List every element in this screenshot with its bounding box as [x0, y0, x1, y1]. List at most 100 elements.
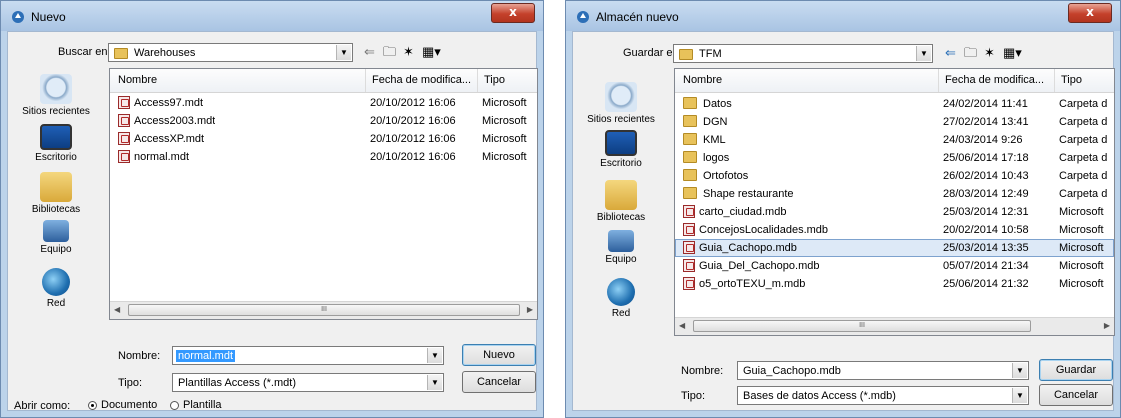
file-name-input[interactable]: Guia_Cachopo.mdb [743, 365, 841, 377]
place-computer[interactable]: Equipo [8, 220, 104, 255]
back-icon[interactable]: ⇐ [364, 44, 375, 60]
folder-icon [683, 133, 697, 146]
option-template[interactable]: Plantilla [170, 399, 222, 411]
database-file-icon [683, 276, 695, 290]
file-name-combo[interactable]: normal.mdt ▼ [172, 346, 444, 365]
list-item[interactable]: normal.mdt 20/10/2012 16:06 Microsoft [110, 148, 537, 166]
file-type-label: Tipo: [681, 390, 706, 402]
file-type-combo[interactable]: Bases de datos Access (*.mdb) ▼ [737, 386, 1029, 405]
list-item[interactable]: Ortofotos 26/02/2014 10:43 Carpeta d [675, 167, 1114, 185]
cancel-button[interactable]: Cancelar [1039, 384, 1113, 406]
network-icon [607, 278, 635, 306]
look-in-label: Buscar en: [58, 46, 111, 58]
close-button[interactable]: x [491, 3, 535, 23]
close-icon: x [509, 5, 517, 19]
computer-icon [43, 220, 69, 242]
scroll-right-icon[interactable]: ▶ [1104, 321, 1110, 330]
place-network[interactable]: Red [573, 278, 669, 319]
computer-icon [608, 230, 634, 252]
up-folder-icon[interactable]: 🗀 [964, 45, 977, 61]
desktop-icon [40, 124, 72, 150]
file-name-input[interactable]: normal.mdt [176, 350, 236, 362]
list-item[interactable]: logos 25/06/2014 17:18 Carpeta d [675, 149, 1114, 167]
column-type[interactable]: Tipo [478, 69, 539, 92]
back-icon[interactable]: ⇐ [945, 45, 956, 61]
horizontal-scrollbar[interactable]: ◀ III ▶ [675, 317, 1114, 335]
close-button[interactable]: x [1068, 3, 1112, 23]
list-item[interactable]: o5_ortoTEXU_m.mdb 25/06/2014 21:32 Micro… [675, 275, 1114, 293]
save-button[interactable]: Guardar [1039, 359, 1113, 381]
column-name[interactable]: Nombre [675, 69, 939, 92]
file-list[interactable]: Nombre Fecha de modifica... Tipo Datos 2… [674, 68, 1115, 336]
cancel-button[interactable]: Cancelar [462, 371, 536, 393]
up-folder-icon[interactable]: 🗀 [383, 44, 396, 60]
save-in-combo[interactable]: TFM ▼ [673, 44, 933, 63]
place-computer[interactable]: Equipo [573, 230, 669, 265]
window-title: Nuevo [31, 10, 66, 24]
radio-document[interactable] [88, 400, 97, 410]
scroll-left-icon[interactable]: ◀ [114, 305, 120, 314]
scroll-thumb[interactable]: III [693, 320, 1031, 332]
view-menu-icon[interactable]: ▦▾ [1003, 45, 1022, 61]
file-type-label: Tipo: [118, 377, 143, 389]
column-header: Nombre Fecha de modifica... Tipo [110, 69, 537, 93]
places-bar: Sitios recientes Escritorio Bibliotecas … [8, 68, 104, 410]
column-type[interactable]: Tipo [1055, 69, 1116, 92]
file-name-label: Nombre: [681, 365, 724, 377]
chevron-down-icon[interactable]: ▼ [336, 45, 351, 60]
list-item[interactable]: AccessXP.mdt 20/10/2012 16:06 Microsoft [110, 130, 537, 148]
new-folder-icon[interactable]: ✶ [984, 45, 995, 61]
list-item[interactable]: Guia_Del_Cachopo.mdb 05/07/2014 21:34 Mi… [675, 257, 1114, 275]
list-item-selected[interactable]: Guia_Cachopo.mdb 25/03/2014 13:35 Micros… [675, 239, 1114, 257]
view-menu-icon[interactable]: ▦▾ [422, 44, 441, 60]
new-dialog: Nuevo x Buscar en: Warehouses ▼ ⇐ 🗀 ✶ ▦▾… [0, 0, 544, 418]
list-item[interactable]: carto_ciudad.mdb 25/03/2014 12:31 Micros… [675, 203, 1114, 221]
folder-icon [683, 115, 697, 128]
folder-icon [683, 151, 697, 164]
column-header: Nombre Fecha de modifica... Tipo [675, 69, 1114, 93]
chevron-down-icon[interactable]: ▼ [916, 46, 931, 61]
folder-icon [679, 48, 693, 60]
new-button[interactable]: Nuevo [462, 344, 536, 366]
database-file-icon [683, 222, 695, 236]
scroll-thumb[interactable]: III [128, 304, 520, 316]
place-desktop[interactable]: Escritorio [8, 124, 104, 163]
place-recent[interactable]: Sitios recientes [8, 74, 104, 117]
list-item[interactable]: DGN 27/02/2014 13:41 Carpeta d [675, 113, 1114, 131]
app-icon [577, 11, 589, 23]
column-name[interactable]: Nombre [110, 69, 366, 92]
list-item[interactable]: Access2003.mdt 20/10/2012 16:06 Microsof… [110, 112, 537, 130]
list-item[interactable]: Shape restaurante 28/03/2014 12:49 Carpe… [675, 185, 1114, 203]
look-in-combo[interactable]: Warehouses ▼ [108, 43, 353, 62]
place-recent[interactable]: Sitios recientes [573, 82, 669, 125]
place-desktop[interactable]: Escritorio [573, 130, 669, 169]
chevron-down-icon[interactable]: ▼ [427, 375, 442, 390]
chevron-down-icon[interactable]: ▼ [427, 348, 442, 363]
new-folder-icon[interactable]: ✶ [403, 44, 414, 60]
file-name-combo[interactable]: Guia_Cachopo.mdb ▼ [737, 361, 1029, 380]
file-name-label: Nombre: [118, 350, 161, 362]
column-date[interactable]: Fecha de modifica... [366, 69, 478, 92]
file-type-combo[interactable]: Plantillas Access (*.mdt) ▼ [172, 373, 444, 392]
list-item[interactable]: KML 24/03/2014 9:26 Carpeta d [675, 131, 1114, 149]
title-bar: Nuevo x [1, 1, 543, 31]
horizontal-scrollbar[interactable]: ◀ III ▶ [110, 301, 537, 319]
radio-template[interactable] [170, 400, 179, 410]
folder-icon [683, 97, 697, 110]
list-item[interactable]: Access97.mdt 20/10/2012 16:06 Microsoft [110, 94, 537, 112]
option-document[interactable]: Documento [88, 399, 157, 411]
chevron-down-icon[interactable]: ▼ [1012, 388, 1027, 403]
list-item[interactable]: ConcejosLocalidades.mdb 20/02/2014 10:58… [675, 221, 1114, 239]
place-libraries[interactable]: Bibliotecas [8, 172, 104, 215]
place-network[interactable]: Red [8, 268, 104, 309]
column-date[interactable]: Fecha de modifica... [939, 69, 1055, 92]
place-libraries[interactable]: Bibliotecas [573, 180, 669, 223]
file-list[interactable]: Nombre Fecha de modifica... Tipo Access9… [109, 68, 538, 320]
scroll-right-icon[interactable]: ▶ [527, 305, 533, 314]
chevron-down-icon[interactable]: ▼ [1012, 363, 1027, 378]
look-in-value: Warehouses [134, 47, 196, 59]
list-item[interactable]: Datos 24/02/2014 11:41 Carpeta d [675, 95, 1114, 113]
scroll-left-icon[interactable]: ◀ [679, 321, 685, 330]
save-in-value: TFM [699, 48, 722, 60]
database-file-icon [683, 258, 695, 272]
